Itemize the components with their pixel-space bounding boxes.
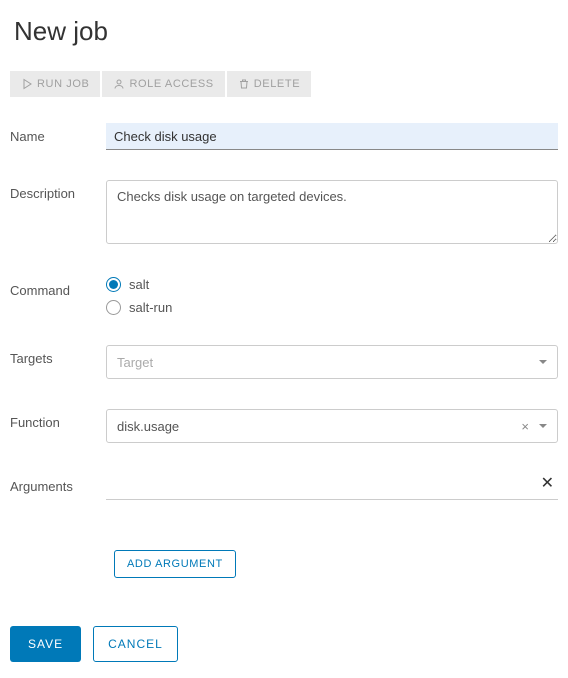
function-value: disk.usage — [117, 419, 521, 434]
page-title: New job — [10, 16, 558, 47]
radio-icon — [106, 300, 121, 315]
save-button[interactable]: SAVE — [10, 626, 81, 662]
role-access-button[interactable]: ROLE ACCESS — [102, 71, 224, 97]
run-job-label: RUN JOB — [37, 78, 89, 90]
function-select[interactable]: disk.usage × — [106, 409, 558, 443]
radio-label-salt: salt — [129, 277, 149, 292]
cancel-button[interactable]: CANCEL — [93, 626, 178, 662]
command-label: Command — [10, 277, 106, 298]
name-input[interactable] — [106, 123, 558, 150]
targets-select[interactable]: Target — [106, 345, 558, 379]
delete-label: DELETE — [254, 78, 300, 90]
user-icon — [113, 78, 125, 90]
name-label: Name — [10, 123, 106, 144]
toolbar: RUN JOB ROLE ACCESS DELETE — [10, 71, 558, 97]
add-argument-button[interactable]: ADD ARGUMENT — [114, 550, 236, 578]
clear-icon[interactable]: × — [521, 419, 529, 434]
targets-placeholder: Target — [117, 355, 153, 370]
function-label: Function — [10, 409, 106, 430]
footer: SAVE CANCEL — [10, 626, 558, 662]
argument-row: ✕ — [106, 473, 558, 500]
chevron-down-icon — [539, 424, 547, 428]
radio-label-salt-run: salt-run — [129, 300, 172, 315]
radio-icon — [106, 277, 121, 292]
trash-icon — [238, 78, 250, 90]
command-radio-group: salt salt-run — [106, 277, 558, 315]
arguments-label: Arguments — [10, 473, 106, 494]
role-access-label: ROLE ACCESS — [129, 78, 213, 90]
command-radio-salt-run[interactable]: salt-run — [106, 300, 558, 315]
description-label: Description — [10, 180, 106, 201]
run-job-button[interactable]: RUN JOB — [10, 71, 100, 97]
close-icon[interactable]: ✕ — [537, 473, 558, 493]
delete-button[interactable]: DELETE — [227, 71, 311, 97]
chevron-down-icon — [539, 360, 547, 364]
description-textarea[interactable]: Checks disk usage on targeted devices. — [106, 180, 558, 244]
command-radio-salt[interactable]: salt — [106, 277, 558, 292]
targets-label: Targets — [10, 345, 106, 366]
run-icon — [21, 78, 33, 90]
